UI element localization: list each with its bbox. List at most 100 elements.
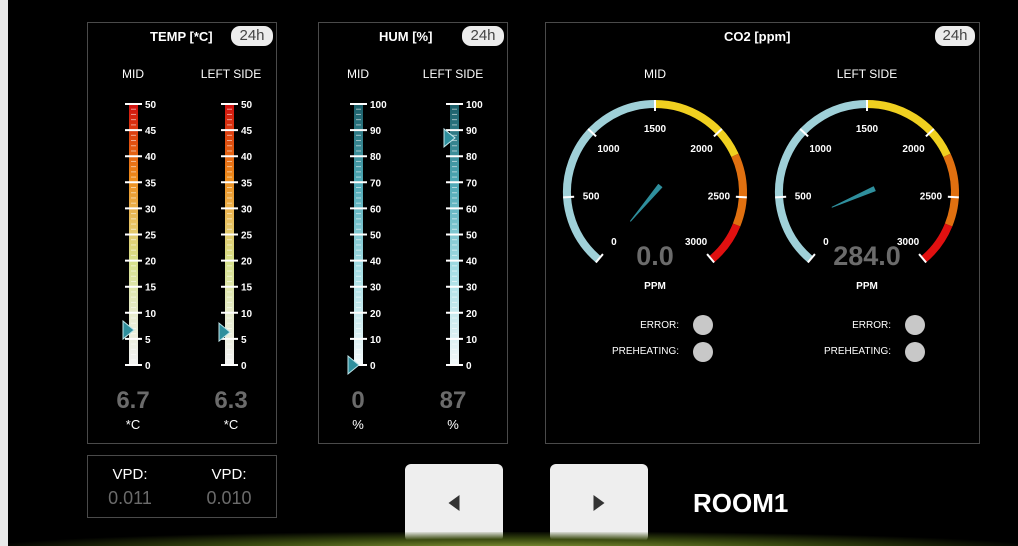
gauge-arc-segment — [943, 153, 959, 227]
scale-label: 0 — [241, 361, 247, 372]
gauge-scale-label: 2000 — [902, 144, 925, 155]
hum-mid-bar: 1009080706050403020100 — [347, 100, 387, 376]
scale-label: 50 — [145, 100, 157, 111]
vpd-panel: VPD: VPD: 0.011 0.010 — [87, 455, 277, 518]
temp-left-label: LEFT SIDE — [200, 67, 262, 81]
gauge-arc-segment — [731, 153, 747, 227]
co2-left-preheating-indicator — [905, 342, 925, 362]
co2-left-error-label: ERROR: — [852, 320, 891, 331]
hum-left-bar: 1009080706050403020100 — [443, 100, 483, 372]
next-room-button[interactable] — [550, 464, 648, 542]
scale-label: 90 — [466, 126, 478, 137]
co2-mid-error-label: ERROR: — [640, 320, 679, 331]
scale-label: 30 — [370, 283, 382, 294]
temp-mid-value: 6.7 — [116, 387, 150, 414]
gauge-scale-label: 2500 — [920, 192, 943, 203]
scale-label: 20 — [241, 257, 253, 268]
vpd-left-value: 0.010 — [206, 488, 252, 508]
temp-title: TEMP [*C] — [150, 29, 213, 44]
temp-left-unit: *C — [223, 417, 239, 432]
arrow-left-icon — [448, 495, 460, 511]
gauge-scale-label: 1500 — [644, 124, 667, 135]
co2-mid-preheating-indicator — [693, 342, 713, 362]
vpd-mid-label: VPD: — [112, 466, 148, 483]
hum-mid-label: MID — [347, 67, 369, 81]
scale-label: 50 — [466, 231, 478, 242]
room-name: ROOM1 — [693, 488, 789, 518]
co2-mid-unit: PPM — [644, 281, 666, 292]
scale-label: 60 — [466, 204, 478, 215]
scale-label: 15 — [241, 283, 253, 294]
scale-label: 40 — [145, 152, 157, 163]
scale-label: 25 — [145, 231, 157, 242]
bottom-glow — [8, 532, 1018, 546]
temp-panel: TEMP [*C] 24h MID LEFT SIDE 50 45 40 35 30 25… — [87, 22, 277, 444]
scale-label: 60 — [370, 204, 382, 215]
gauge-arc-segment — [920, 223, 953, 263]
scale-label: 30 — [145, 204, 157, 215]
scale-label: 15 — [145, 283, 157, 294]
co2-mid-gauge: 0 500 1000 1500 2000 2500 3000 — [563, 100, 747, 264]
hum-mid-value: 0 — [351, 387, 365, 414]
scale-label: 70 — [370, 178, 382, 189]
gauge-tick — [563, 195, 575, 199]
co2-24h-button[interactable]: 24h — [935, 26, 975, 46]
arrow-right-icon — [593, 495, 605, 511]
temp-left-thermometer: 50454035302520151050 — [218, 100, 253, 372]
scale-label: 5 — [145, 335, 151, 346]
temp-mid-label: MID — [122, 67, 144, 81]
co2-mid-needle — [630, 183, 663, 222]
co2-mid-label: MID — [644, 67, 666, 81]
hum-panel: HUM [%] 24h MID LEFT SIDE 100 90 80 70 60 50 4… — [318, 22, 508, 444]
scale-label: 30 — [241, 204, 253, 215]
co2-left-needle — [831, 186, 876, 208]
temp-left-value: 6.3 — [214, 387, 248, 414]
scale-label: 70 — [466, 178, 478, 189]
hum-24h-button[interactable]: 24h — [462, 26, 504, 46]
co2-left-label: LEFT SIDE — [836, 67, 898, 81]
hum-title: HUM [%] — [379, 29, 433, 44]
gauge-tick — [735, 195, 747, 199]
scale-label: 10 — [145, 309, 157, 320]
scale-label: 40 — [241, 152, 253, 163]
gauge-scale-label: 2000 — [690, 144, 713, 155]
scale-label: 25 — [241, 231, 253, 242]
gauge-scale-label: 0 — [611, 237, 617, 248]
scale-label: 0 — [370, 361, 376, 372]
gauge-scale-label: 3000 — [685, 237, 708, 248]
scale-label: 0 — [145, 361, 151, 372]
scale-label: 50 — [241, 100, 253, 111]
co2-mid-value: 0.0 — [636, 241, 674, 271]
hum-left-value: 87 — [439, 387, 467, 414]
gauge-arc-segment — [708, 223, 741, 263]
co2-left-error-indicator — [905, 315, 925, 335]
scale-label: 90 — [370, 126, 382, 137]
co2-left-value: 284.0 — [833, 241, 901, 271]
hum-left-label: LEFT SIDE — [422, 67, 484, 81]
temp-24h-button[interactable]: 24h — [231, 26, 273, 46]
scale-label: 10 — [370, 335, 382, 346]
dashboard-screen: TEMP [*C] 24h MID LEFT SIDE 50 45 40 35 30 25… — [8, 0, 1018, 546]
gauge-scale-label: 500 — [795, 192, 812, 203]
scale-label: 40 — [466, 257, 478, 268]
scale-label: 30 — [466, 283, 478, 294]
co2-left-gauge: 050010001500200025003000 — [775, 100, 959, 264]
scale-label: 40 — [370, 257, 382, 268]
scale-label: 35 — [145, 178, 157, 189]
gauge-tick — [947, 195, 959, 199]
scale-label: 50 — [370, 231, 382, 242]
vpd-mid-value: 0.011 — [108, 488, 152, 508]
scale-label: 35 — [241, 178, 253, 189]
scale-label: 100 — [466, 100, 483, 111]
temp-mid-unit: *C — [125, 417, 141, 432]
previous-room-button[interactable] — [405, 464, 503, 542]
hum-mid-unit: % — [352, 417, 364, 432]
gauge-tick — [775, 195, 787, 199]
co2-title: CO2 [ppm] — [724, 29, 791, 44]
scale-label: 10 — [241, 309, 253, 320]
co2-mid-preheating-label: PREHEATING: — [611, 346, 679, 357]
co2-left-preheating-label: PREHEATING: — [823, 346, 891, 357]
gauge-scale-label: 1000 — [809, 144, 832, 155]
gauge-scale-label: 500 — [583, 192, 600, 203]
gauge-scale-label: 2500 — [708, 192, 731, 203]
